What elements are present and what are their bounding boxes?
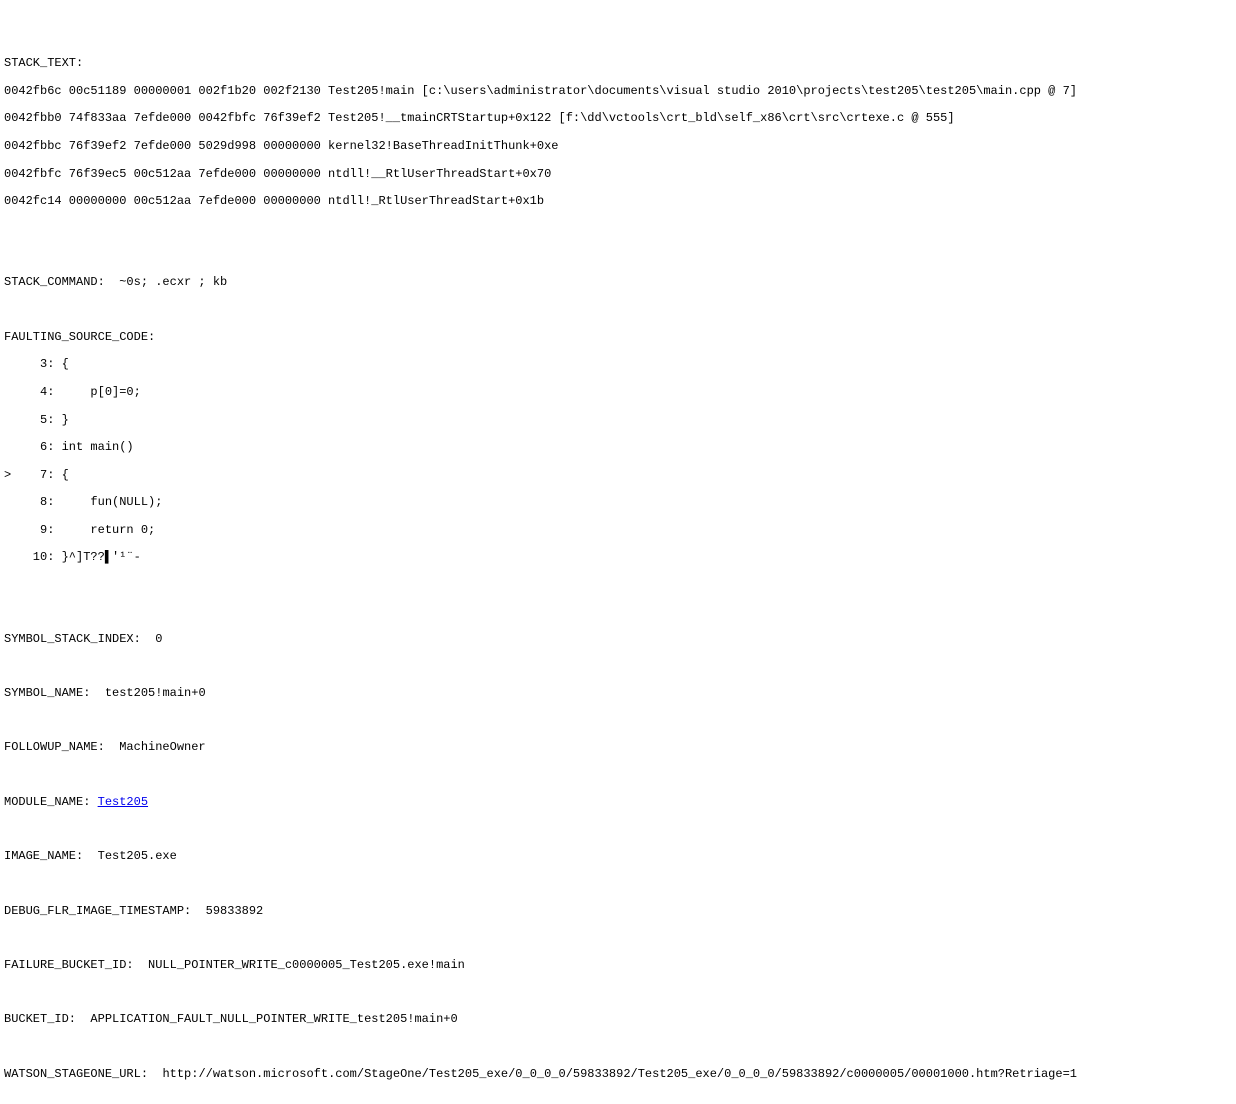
module-name-link[interactable]: Test205 (98, 795, 148, 809)
source-code-line-current: > 7: { (4, 469, 1232, 483)
image-name-value: Test205.exe (98, 849, 177, 863)
image-name-row: IMAGE_NAME: Test205.exe (4, 850, 1232, 864)
stack-command-value: ~0s; .ecxr ; kb (119, 275, 227, 289)
symbol-name-row: SYMBOL_NAME: test205!main+0 (4, 687, 1232, 701)
blank-line (4, 579, 1232, 592)
module-name-row: MODULE_NAME: Test205 (4, 796, 1232, 810)
blank-line (4, 823, 1232, 836)
symbol-name-value: test205!main+0 (105, 686, 206, 700)
blank-line (4, 769, 1232, 782)
symbol-name-label: SYMBOL_NAME: (4, 686, 105, 700)
watson-url-value: http://watson.microsoft.com/StageOne/Tes… (162, 1067, 1077, 1081)
failure-bucket-label: FAILURE_BUCKET_ID: (4, 958, 148, 972)
source-code-line: 4: p[0]=0; (4, 386, 1232, 400)
bucket-id-row: BUCKET_ID: APPLICATION_FAULT_NULL_POINTE… (4, 1013, 1232, 1027)
blank-line (4, 304, 1232, 317)
bucket-id-value: APPLICATION_FAULT_NULL_POINTER_WRITE_tes… (90, 1012, 457, 1026)
debug-flr-value: 59833892 (206, 904, 264, 918)
bucket-id-label: BUCKET_ID: (4, 1012, 90, 1026)
failure-bucket-value: NULL_POINTER_WRITE_c0000005_Test205.exe!… (148, 958, 465, 972)
blank-line (4, 932, 1232, 945)
stack-text-header: STACK_TEXT: (4, 57, 1232, 71)
blank-line (4, 878, 1232, 891)
stack-command-label: STACK_COMMAND: (4, 275, 119, 289)
blank-line (4, 660, 1232, 673)
stack-text-line: 0042fbbc 76f39ef2 7efde000 5029d998 0000… (4, 140, 1232, 154)
stack-text-line: 0042fbb0 74f833aa 7efde000 0042fbfc 76f3… (4, 112, 1232, 126)
followup-name-row: FOLLOWUP_NAME: MachineOwner (4, 741, 1232, 755)
source-code-line: 3: { (4, 358, 1232, 372)
stack-text-line: 0042fc14 00000000 00c512aa 7efde000 0000… (4, 195, 1232, 209)
faulting-source-header: FAULTING_SOURCE_CODE: (4, 331, 1232, 345)
blank-line (4, 987, 1232, 1000)
module-name-label: MODULE_NAME: (4, 795, 98, 809)
symbol-stack-index-row: SYMBOL_STACK_INDEX: 0 (4, 633, 1232, 647)
stack-text-line: 0042fb6c 00c51189 00000001 002f1b20 002f… (4, 85, 1232, 99)
symbol-stack-index-label: SYMBOL_STACK_INDEX: (4, 632, 155, 646)
failure-bucket-row: FAILURE_BUCKET_ID: NULL_POINTER_WRITE_c0… (4, 959, 1232, 973)
stack-text-line: 0042fbfc 76f39ec5 00c512aa 7efde000 0000… (4, 168, 1232, 182)
watson-url-row: WATSON_STAGEONE_URL: http://watson.micro… (4, 1068, 1232, 1082)
symbol-stack-index-value: 0 (155, 632, 162, 646)
watson-url-label: WATSON_STAGEONE_URL: (4, 1067, 162, 1081)
followup-name-value: MachineOwner (119, 740, 205, 754)
blank-line (4, 715, 1232, 728)
blank-line (4, 250, 1232, 263)
debug-flr-row: DEBUG_FLR_IMAGE_TIMESTAMP: 59833892 (4, 905, 1232, 919)
blank-line (4, 223, 1232, 236)
blank-line (4, 1095, 1232, 1104)
debug-flr-label: DEBUG_FLR_IMAGE_TIMESTAMP: (4, 904, 206, 918)
source-code-line: 9: return 0; (4, 524, 1232, 538)
source-code-line: 10: }^]T??▌'¹¨- (4, 551, 1232, 565)
blank-line (4, 606, 1232, 619)
source-code-line: 8: fun(NULL); (4, 496, 1232, 510)
source-code-line: 5: } (4, 414, 1232, 428)
blank-line (4, 1041, 1232, 1054)
source-code-line: 6: int main() (4, 441, 1232, 455)
stack-command-row: STACK_COMMAND: ~0s; .ecxr ; kb (4, 276, 1232, 290)
image-name-label: IMAGE_NAME: (4, 849, 98, 863)
followup-name-label: FOLLOWUP_NAME: (4, 740, 119, 754)
